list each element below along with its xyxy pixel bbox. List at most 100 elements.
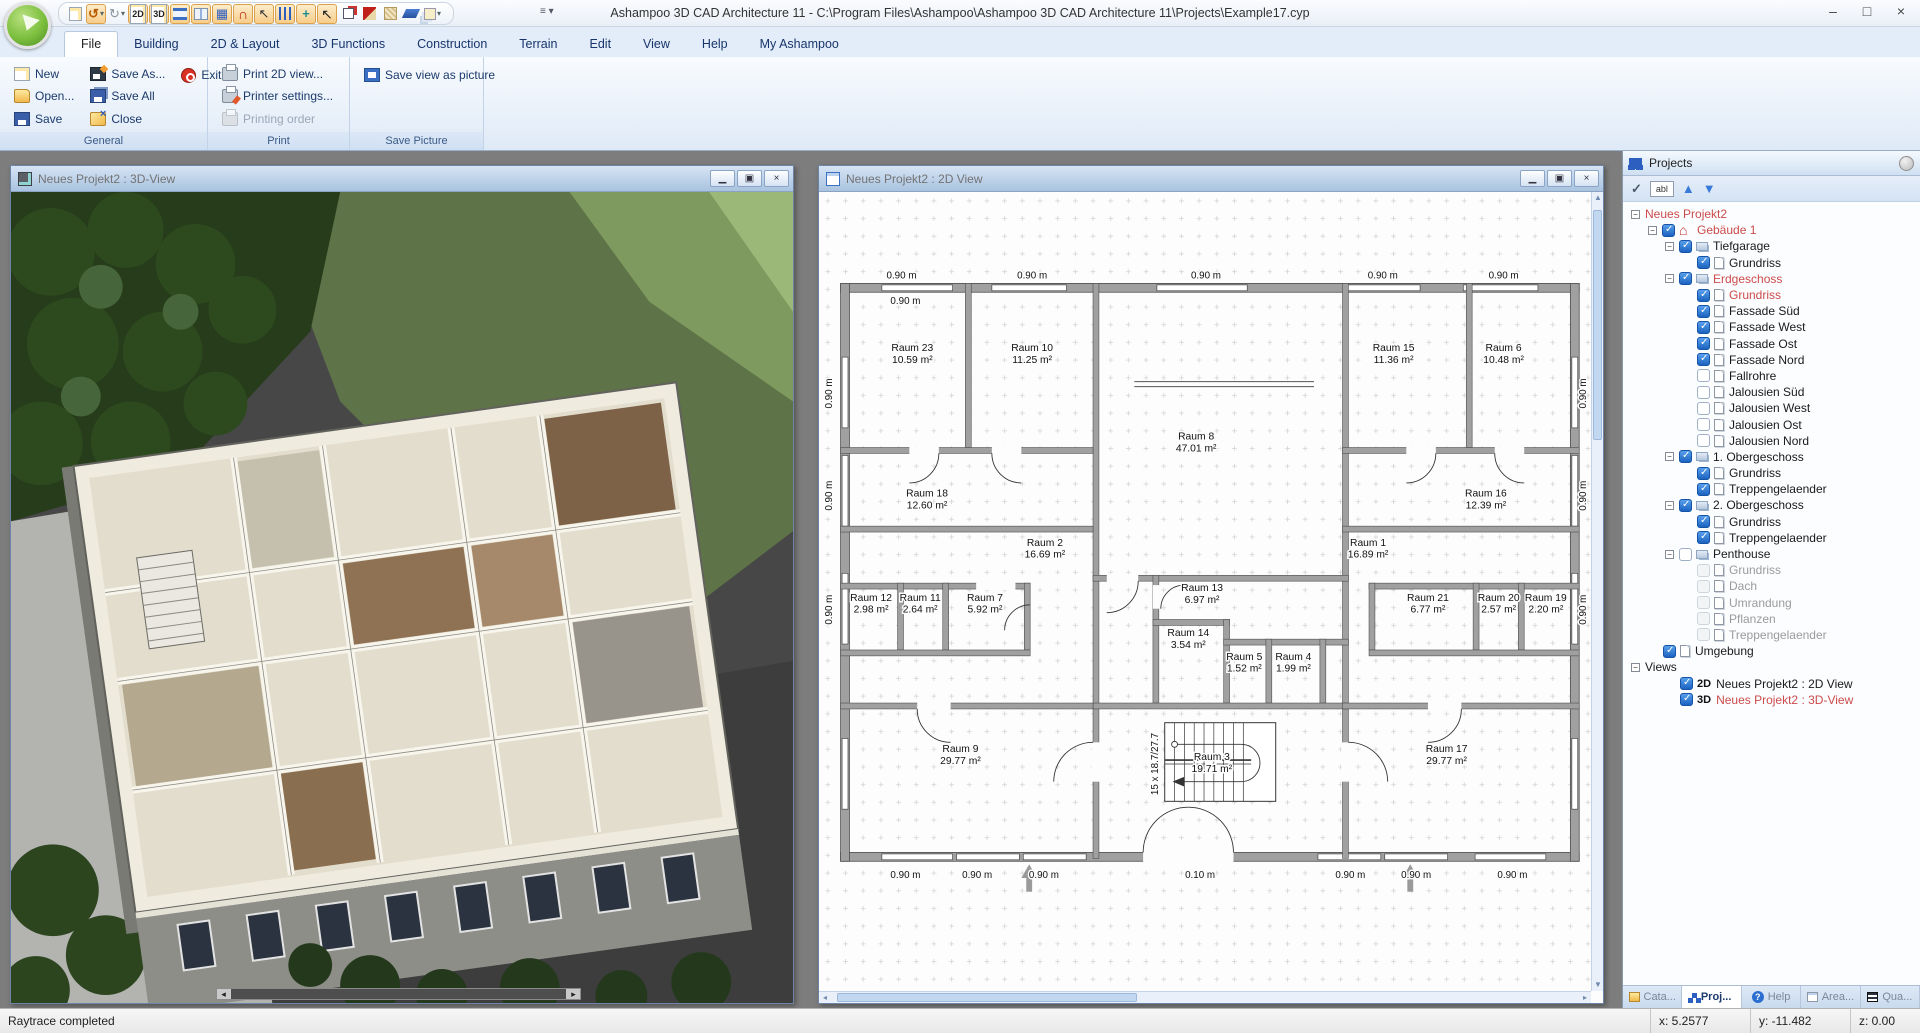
copy-elements-button[interactable] <box>338 4 358 24</box>
tree-checkbox[interactable] <box>1697 515 1710 528</box>
tree-expander-icon[interactable]: − <box>1665 242 1674 251</box>
tree-expander-icon[interactable]: − <box>1665 452 1674 461</box>
ribbon-tab-terrain[interactable]: Terrain <box>503 32 573 57</box>
tree-checkbox[interactable] <box>1697 321 1710 334</box>
tree-checkbox[interactable] <box>1679 548 1692 561</box>
tree-item-grundriss[interactable]: Grundriss <box>1625 255 1920 271</box>
view-2d-button[interactable]: 2D <box>128 4 148 24</box>
minimize-button[interactable]: – <box>1816 0 1850 24</box>
tree-checkbox[interactable] <box>1679 450 1692 463</box>
app-logo-button[interactable] <box>4 2 51 49</box>
ribbon-tab-my-ashampoo[interactable]: My Ashampoo <box>744 32 855 57</box>
tree-item-neues-projekt2-2d-view[interactable]: 2DNeues Projekt2 : 2D View <box>1625 675 1920 691</box>
tree-item-fassade-west[interactable]: Fassade West <box>1625 319 1920 335</box>
ribbon-tab-3d-functions[interactable]: 3D Functions <box>295 32 401 57</box>
panel-tab-catalog[interactable]: Cata... <box>1623 986 1682 1008</box>
tree-item-dach[interactable]: Dach <box>1625 578 1920 594</box>
tree-item-treppengelaender[interactable]: Treppengelaender <box>1625 627 1920 643</box>
surface-button[interactable] <box>401 4 421 24</box>
tree-checkbox[interactable] <box>1679 272 1692 285</box>
maximize-button[interactable]: □ <box>1850 0 1884 24</box>
scroll-down-icon[interactable]: ▼ <box>1592 979 1603 991</box>
2d-horizontal-scrollbar[interactable]: ◂ ▸ <box>819 991 1591 1003</box>
coordinate-axis-button[interactable] <box>296 4 316 24</box>
3d-minimize-button[interactable]: ▁ <box>710 170 735 187</box>
tree-item-fassade-süd[interactable]: Fassade Süd <box>1625 303 1920 319</box>
tree-item-jalousien-süd[interactable]: Jalousien Süd <box>1625 384 1920 400</box>
menu-item-open[interactable]: Open... <box>8 85 80 107</box>
tree-item-tiefgarage[interactable]: −Tiefgarage <box>1625 238 1920 254</box>
tree-item-penthouse[interactable]: −Penthouse <box>1625 546 1920 562</box>
2d-minimize-button[interactable]: ▁ <box>1520 170 1545 187</box>
ribbon-tab-building[interactable]: Building <box>118 32 194 57</box>
tree-expander-icon[interactable]: − <box>1665 550 1674 559</box>
ribbon-tab-2d-layout[interactable]: 2D & Layout <box>195 32 296 57</box>
menu-item-save-view-as-picture[interactable]: Save view as picture <box>358 63 501 87</box>
tree-item-grundriss[interactable]: Grundriss <box>1625 514 1920 530</box>
tree-checkbox[interactable] <box>1697 386 1710 399</box>
apply-check-button[interactable]: ✓ <box>1631 181 1642 197</box>
menu-item-printer-settings[interactable]: Printer settings... <box>216 85 339 107</box>
tree-checkbox[interactable] <box>1697 369 1710 382</box>
ribbon-tab-view[interactable]: View <box>627 32 686 57</box>
tree-checkbox[interactable] <box>1680 677 1693 690</box>
tree-item-views[interactable]: −Views <box>1625 659 1920 675</box>
scroll-up-icon[interactable]: ▲ <box>1592 192 1603 204</box>
new-note-button[interactable] <box>65 4 85 24</box>
rename-button[interactable]: abl <box>1650 181 1674 197</box>
tree-item-fassade-ost[interactable]: Fassade Ost <box>1625 336 1920 352</box>
3d-window-titlebar[interactable]: Neues Projekt2 : 3D-View ▁ ▣ × <box>11 166 793 192</box>
3d-viewport[interactable]: ◂ ▸ <box>11 192 793 1003</box>
tree-checkbox[interactable] <box>1697 467 1710 480</box>
tree-item-umrandung[interactable]: Umrandung <box>1625 595 1920 611</box>
tree-checkbox[interactable] <box>1697 289 1710 302</box>
close-button[interactable]: × <box>1884 0 1918 24</box>
redo-button[interactable]: ▾ <box>107 4 127 24</box>
panel-options-button[interactable] <box>1899 156 1914 171</box>
ribbon-tab-help[interactable]: Help <box>686 32 744 57</box>
tree-checkbox[interactable] <box>1679 240 1692 253</box>
split-horizontal-button[interactable] <box>170 4 190 24</box>
tree-checkbox[interactable] <box>1697 434 1710 447</box>
menu-item-close[interactable]: Close <box>84 108 171 130</box>
tree-checkbox[interactable] <box>1662 224 1675 237</box>
menu-item-save-as[interactable]: Save As... <box>84 63 171 85</box>
panel-tab-help[interactable]: ?Help <box>1742 986 1801 1008</box>
texture-red-button[interactable] <box>359 4 379 24</box>
tree-expander-icon[interactable]: − <box>1631 663 1640 672</box>
scrollbar-thumb[interactable] <box>231 989 566 999</box>
move-down-button[interactable]: ▼ <box>1703 181 1716 196</box>
menu-item-save[interactable]: Save <box>8 108 80 130</box>
scroll-right-icon[interactable]: ▸ <box>1579 992 1591 1003</box>
tree-expander-icon[interactable]: − <box>1631 210 1640 219</box>
tree-item-gebäude-1[interactable]: −Gebäude 1 <box>1625 222 1920 238</box>
tree-expander-icon[interactable]: − <box>1648 226 1657 235</box>
tree-checkbox[interactable] <box>1697 402 1710 415</box>
tree-item-umgebung[interactable]: Umgebung <box>1625 643 1920 659</box>
3d-horizontal-scrollbar[interactable]: ◂ ▸ <box>216 988 581 1000</box>
tree-checkbox[interactable] <box>1697 256 1710 269</box>
2d-close-button[interactable]: × <box>1574 170 1599 187</box>
select-snap-button[interactable] <box>254 4 274 24</box>
tree-item-grundriss[interactable]: Grundriss <box>1625 562 1920 578</box>
tree-checkbox[interactable] <box>1697 337 1710 350</box>
tree-item-grundriss[interactable]: Grundriss <box>1625 287 1920 303</box>
tree-item-pflanzen[interactable]: Pflanzen <box>1625 611 1920 627</box>
split-vertical-button[interactable] <box>191 4 211 24</box>
menu-item-print-2d-view[interactable]: Print 2D view... <box>216 63 339 85</box>
tree-item-2-obergeschoss[interactable]: −2. Obergeschoss <box>1625 497 1920 513</box>
2d-restore-button[interactable]: ▣ <box>1547 170 1572 187</box>
tree-item-grundriss[interactable]: Grundriss <box>1625 465 1920 481</box>
menu-item-save-all[interactable]: Save All <box>84 85 171 107</box>
undo-button[interactable]: ▾ <box>86 4 106 24</box>
tree-item-jalousien-nord[interactable]: Jalousien Nord <box>1625 433 1920 449</box>
grid-button[interactable] <box>212 4 232 24</box>
view-3d-button[interactable]: 3D <box>149 4 169 24</box>
tree-item-treppengelaender[interactable]: Treppengelaender <box>1625 530 1920 546</box>
menu-item-new[interactable]: New <box>8 63 80 85</box>
tree-expander-icon[interactable]: − <box>1665 274 1674 283</box>
2d-vertical-scrollbar[interactable]: ▲ ▼ <box>1591 192 1603 991</box>
ribbon-tab-construction[interactable]: Construction <box>401 32 503 57</box>
tree-checkbox[interactable] <box>1697 418 1710 431</box>
tree-item-jalousien-west[interactable]: Jalousien West <box>1625 400 1920 416</box>
